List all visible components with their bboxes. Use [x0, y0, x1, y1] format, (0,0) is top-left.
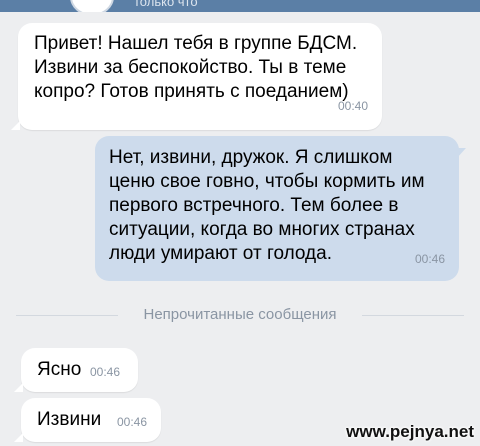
message-time: 00:40: [337, 99, 368, 113]
message-time: 00:46: [414, 252, 445, 266]
message-incoming[interactable]: Извини 00:46: [14, 398, 161, 442]
message-time: 00:46: [90, 365, 121, 379]
bubble-tail: [457, 148, 466, 158]
message-text: Нет, извини, дружок. Я слишком ценю свое…: [109, 147, 425, 264]
bubble-tail: [14, 383, 23, 392]
message-outgoing[interactable]: Нет, извини, дружок. Я слишком ценю свое…: [95, 136, 466, 281]
message-incoming[interactable]: Ясно 00:46: [14, 348, 138, 392]
bubble-tail: [14, 433, 23, 442]
unread-divider: Непрочитанные сообщения: [0, 303, 480, 329]
unread-divider-label: Непрочитанные сообщения: [143, 306, 337, 323]
watermark: www.pejnya.net: [346, 422, 474, 441]
message-text: Привет! Нашел тебя в группе БДСМ. Извини…: [34, 33, 358, 102]
avatar[interactable]: [70, 0, 114, 12]
divider-line: [362, 315, 464, 316]
message-time: 00:46: [117, 415, 148, 429]
message-incoming[interactable]: Привет! Нашел тебя в группе БДСМ. Извини…: [11, 23, 382, 130]
online-status: только что: [134, 0, 198, 9]
divider-line: [16, 315, 118, 316]
bubble-tail: [11, 121, 20, 130]
message-text: Ясно: [37, 359, 82, 380]
chat-header: только что: [0, 0, 480, 12]
